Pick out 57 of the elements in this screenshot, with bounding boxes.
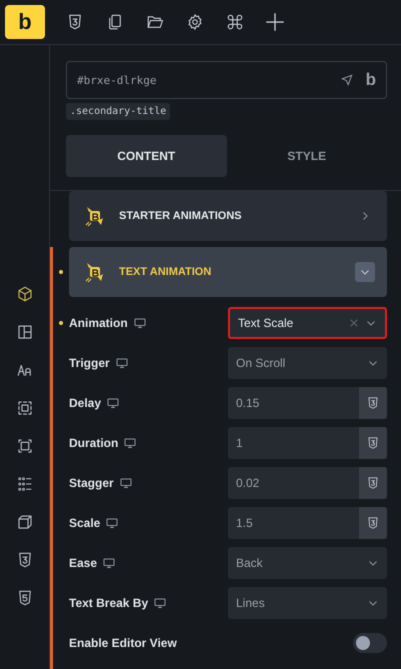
- field-label: Duration: [69, 436, 118, 450]
- desktop-icon: [103, 557, 116, 569]
- brand-letter: b: [366, 70, 376, 90]
- grid-icon: [16, 475, 34, 493]
- select-field[interactable]: Lines: [228, 587, 387, 619]
- add-icon: [264, 11, 286, 33]
- toggle-switch[interactable]: [353, 633, 387, 653]
- border-icon: [16, 437, 34, 455]
- desktop-icon: [116, 357, 128, 369]
- pages-icon: [106, 13, 124, 31]
- select-field[interactable]: On Scroll: [228, 347, 387, 379]
- desktop-icon: [134, 317, 146, 329]
- css-icon: [366, 476, 380, 490]
- css-unit-button[interactable]: [359, 427, 387, 459]
- field-label: Scale: [69, 516, 100, 530]
- logo[interactable]: b: [5, 5, 45, 39]
- panel-tab[interactable]: CONTENT: [66, 135, 226, 177]
- settings-icon: [186, 13, 204, 31]
- command-icon: [226, 13, 244, 31]
- css-icon: [366, 516, 380, 530]
- field-label: Ease: [69, 556, 98, 570]
- element-id-field[interactable]: #brxe-dlrkge b: [66, 61, 387, 99]
- spacing-icon: [16, 399, 34, 417]
- number-field[interactable]: 0.02: [228, 467, 387, 499]
- desktop-icon: [120, 477, 132, 489]
- element-id: #brxe-dlrkge: [77, 74, 158, 86]
- panel-tab[interactable]: STYLE: [226, 135, 387, 177]
- field-label: Text Break By: [69, 596, 148, 610]
- select-field[interactable]: Text Scale: [228, 307, 387, 339]
- number-field[interactable]: 0.15: [228, 387, 387, 419]
- css-unit-button[interactable]: [359, 467, 387, 499]
- section-header[interactable]: STARTER ANIMATIONS: [69, 191, 387, 241]
- section-header[interactable]: TEXT ANIMATION: [69, 247, 387, 297]
- desktop-icon: [154, 597, 166, 609]
- field-label: Delay: [69, 396, 102, 410]
- select-field[interactable]: Back: [228, 547, 387, 579]
- box-icon: [16, 513, 34, 531]
- desktop-icon: [106, 517, 118, 529]
- css-icon: [66, 13, 84, 31]
- number-field[interactable]: 1: [228, 427, 387, 459]
- clear-icon[interactable]: [349, 318, 359, 328]
- folder-icon: [146, 13, 164, 31]
- css-unit-button[interactable]: [359, 387, 387, 419]
- desktop-icon: [107, 397, 120, 409]
- number-field[interactable]: 1.5: [228, 507, 387, 539]
- css-icon: [366, 436, 380, 450]
- layout-icon: [16, 323, 34, 341]
- css-unit-button[interactable]: [359, 507, 387, 539]
- cursor-icon[interactable]: [340, 73, 354, 87]
- desktop-icon: [124, 437, 136, 449]
- field-label: Trigger: [69, 356, 110, 370]
- css-icon: [366, 396, 380, 410]
- cube-icon: [16, 285, 34, 303]
- field-label: Stagger: [69, 476, 114, 490]
- field-label: Enable Editor View: [69, 636, 177, 650]
- field-label: Animation: [69, 316, 128, 330]
- class-tag[interactable]: .secondary-title: [66, 103, 170, 120]
